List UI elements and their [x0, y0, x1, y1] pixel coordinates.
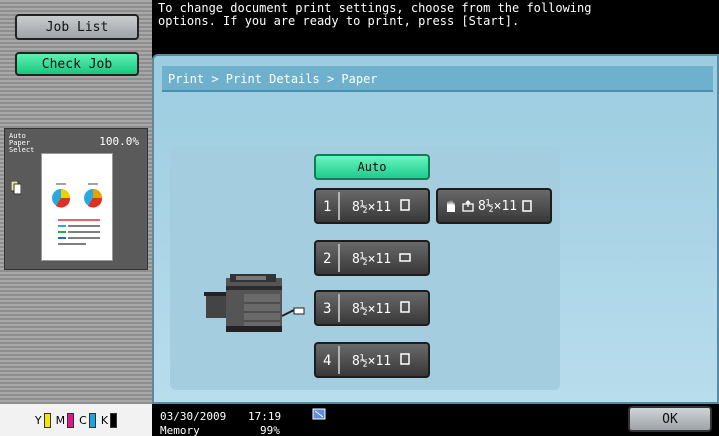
paper-size-label: 8½×11: [352, 200, 392, 215]
portrait-icon: [400, 199, 410, 211]
divider: [338, 244, 340, 272]
portrait-icon: [400, 353, 410, 365]
portrait-icon: [400, 301, 410, 313]
breadcrumb-bar: Print > Print Details > Paper: [162, 66, 713, 92]
tray-3-button[interactable]: 3 8½×11: [314, 290, 430, 326]
hand-icon: [447, 200, 455, 212]
toner-magenta: M: [55, 412, 75, 428]
paper-size: 8½×11: [352, 301, 411, 317]
preview-title: Auto Paper Select: [9, 132, 35, 154]
toner-label: Y: [34, 413, 42, 427]
landscape-icon: [399, 253, 411, 262]
divider: [338, 294, 340, 322]
toner-bar: [88, 412, 96, 428]
divider: [338, 192, 340, 220]
staple-icon: [11, 181, 21, 195]
memory-label: Memory: [160, 424, 200, 436]
toner-label: M: [55, 413, 66, 427]
breadcrumb: Print > Print Details > Paper: [168, 72, 378, 86]
tray-1-button[interactable]: 1 8½×11: [314, 188, 430, 224]
toner-bar: [43, 412, 51, 428]
status-bar: 03/30/2009 17:19 Memory 99% OK: [152, 404, 719, 436]
ok-button[interactable]: OK: [628, 406, 712, 432]
print-preview: Auto Paper Select 100.0%: [4, 128, 148, 270]
tray-2-button[interactable]: 2 8½×11: [314, 240, 430, 276]
tray-number: 2: [323, 251, 332, 267]
tray-number: 3: [323, 301, 332, 317]
paper-size: 8½×11: [352, 251, 411, 267]
tray-4-button[interactable]: 4 8½×11: [314, 342, 430, 378]
preview-page-thumbnail: [41, 153, 113, 261]
document-thumbnail-icon: [52, 183, 103, 245]
toner-yellow: Y: [34, 412, 51, 428]
printer-machine-icon: [204, 274, 305, 332]
tray-number: 1: [323, 199, 332, 215]
tray-number: 4: [323, 353, 332, 369]
toner-bar: [110, 412, 118, 428]
paper-size: 8½×11: [352, 199, 411, 215]
portrait-icon: [522, 200, 532, 212]
divider: [338, 346, 340, 374]
bypass-tray-icon: [462, 200, 474, 212]
toner-levels: Y M C K: [0, 404, 152, 436]
toner-cyan: C: [79, 412, 96, 428]
paper-size-label: 8½×11: [352, 302, 392, 317]
job-list-button[interactable]: Job List: [15, 14, 139, 40]
auto-paper-button[interactable]: Auto: [314, 154, 430, 180]
date-display: 03/30/2009: [160, 410, 227, 423]
paper-size-label: 8½×11: [478, 198, 518, 214]
paper-size: 8½×11: [352, 353, 411, 369]
bypass-tray-button[interactable]: 8½×11: [436, 188, 552, 224]
time-display: 17:19: [248, 410, 282, 423]
main-panel: Print > Print Details > Paper Auto 1 8½×…: [152, 54, 719, 404]
preview-scale: 100.0%: [99, 135, 139, 148]
network-icon: [312, 408, 326, 420]
toner-bar: [67, 412, 75, 428]
toner-black: K: [100, 412, 118, 428]
paper-size-label: 8½×11: [352, 354, 392, 369]
left-panel: Job List Check Job Auto Paper Select 100…: [0, 0, 152, 436]
paper-setting-area: Auto 1 8½×11 2 8½×11 3 8½×11 4 8½×11 8½×…: [170, 146, 560, 390]
memory-value: 99%: [260, 424, 280, 436]
instruction-message: To change document print settings, choos…: [158, 1, 592, 28]
paper-size-label: 8½×11: [352, 252, 392, 267]
check-job-button[interactable]: Check Job: [15, 52, 139, 76]
toner-label: K: [100, 413, 109, 427]
toner-label: C: [79, 413, 87, 427]
